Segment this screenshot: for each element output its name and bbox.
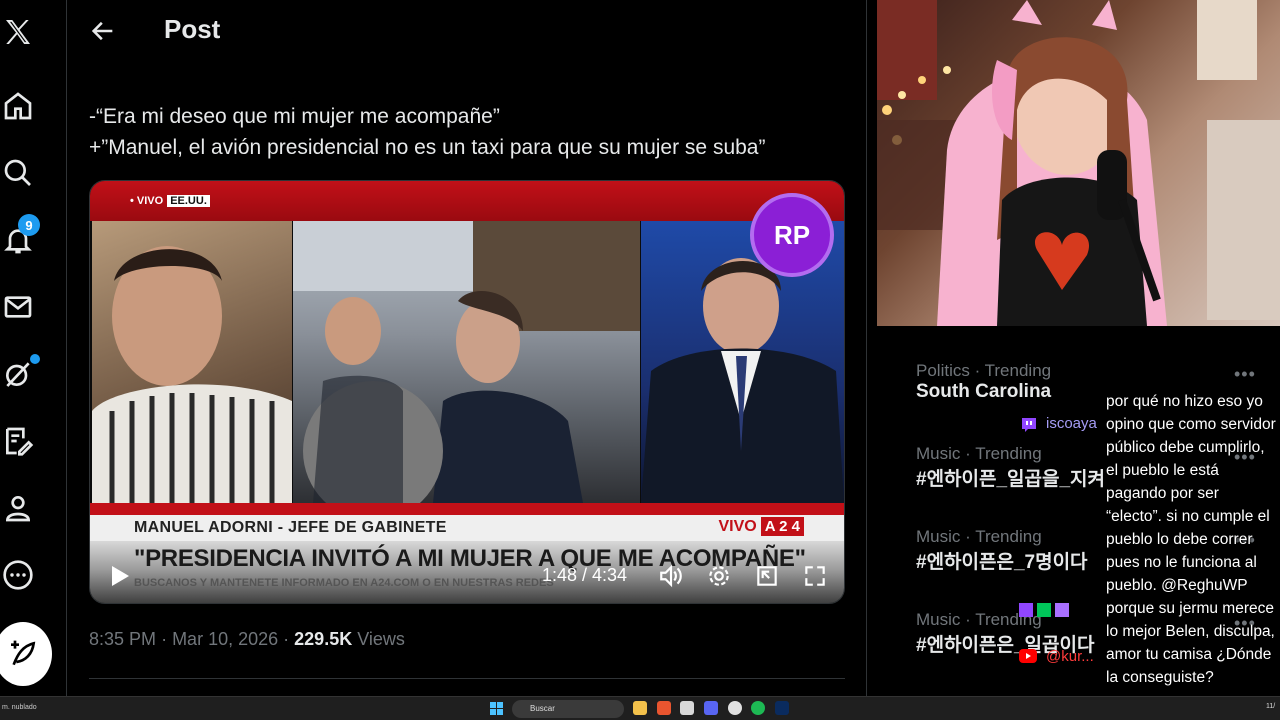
video-top-bar: • VIVO EE.UU. — [90, 181, 844, 221]
trend-more-icon[interactable]: ••• — [1234, 364, 1256, 385]
tweet-time: 8:35 PM — [89, 629, 157, 649]
network-logo: VIVO A 2 4 — [718, 517, 804, 536]
network-live-label: VIVO — [718, 517, 757, 535]
views-label: Views — [357, 629, 405, 649]
settings-gear-icon[interactable] — [706, 563, 732, 589]
search-icon — [4, 159, 31, 186]
app-icon[interactable] — [680, 701, 694, 715]
video-controls: 1:48 / 4:34 — [90, 553, 844, 597]
photoshop-icon[interactable] — [775, 701, 789, 715]
x-logo-icon — [6, 20, 30, 44]
tweet-meta: 8:35 PM · Mar 10, 2026 · 229.5K Views — [89, 629, 405, 650]
profile-icon[interactable] — [0, 490, 36, 526]
taskbar-search[interactable]: Buscar — [512, 700, 624, 718]
live-region: EE.UU. — [167, 195, 210, 207]
fullscreen-icon[interactable] — [802, 563, 828, 589]
feather-plus-icon — [11, 640, 36, 666]
trend-category: Politics · Trending — [916, 361, 1052, 380]
webcam-overlay — [877, 0, 1280, 326]
trend-category: Music · Trending — [916, 444, 1042, 463]
meta-separator-2: · — [283, 629, 295, 649]
windows-taskbar: m. nublado Buscar 11/ — [0, 696, 1280, 720]
spotify-icon[interactable] — [751, 701, 765, 715]
chat-badges-icons — [1019, 603, 1069, 617]
trend-item[interactable]: Politics · Trending South Carolina — [916, 361, 1051, 403]
file-explorer-icon[interactable] — [633, 701, 647, 715]
discord-icon[interactable] — [704, 701, 718, 715]
picture-in-picture-icon[interactable] — [754, 563, 780, 589]
grok-slash-icon — [5, 362, 30, 387]
windows-start-icon[interactable] — [490, 702, 503, 715]
trend-item[interactable]: Music · Trending #엔하이픈_일곱을_지켜 — [916, 444, 1105, 491]
home-icon[interactable] — [0, 88, 36, 124]
weather-widget[interactable]: m. nublado — [2, 704, 37, 711]
obs-icon[interactable] — [728, 701, 742, 715]
guest-name-caption: MANUEL ADORNI - JEFE DE GABINETE — [134, 519, 447, 536]
left-nav: 9 — [0, 0, 60, 696]
back-arrow-icon[interactable] — [89, 17, 117, 45]
guest-figure — [92, 246, 292, 503]
tweet-line-1: -“Era mi deseo que mi mujer me acompañe” — [89, 105, 500, 128]
live-tag: • VIVO EE.UU. — [130, 195, 210, 207]
grok-dot — [30, 354, 40, 364]
trend-category: Music · Trending — [916, 527, 1042, 546]
envelope-icon — [4, 296, 32, 318]
list-edit-icon — [6, 427, 34, 456]
brave-browser-icon[interactable] — [657, 701, 671, 715]
page-title: Post — [164, 14, 221, 44]
more-icon[interactable] — [0, 557, 36, 593]
column-divider — [866, 0, 867, 696]
meta-divider — [89, 678, 845, 679]
lower-third-name-bar: MANUEL ADORNI - JEFE DE GABINETE VIVO A … — [90, 515, 844, 541]
tweet-line-2: +”Manuel, el avión presidencial no es un… — [89, 136, 766, 159]
video-panel-guest — [92, 221, 292, 503]
live-label: • VIVO — [130, 195, 164, 207]
person-icon — [5, 496, 31, 522]
more-circle-icon — [3, 560, 33, 590]
meta-separator-1: · — [161, 629, 173, 649]
home-icon — [4, 92, 32, 120]
nav-divider — [66, 0, 67, 696]
trend-name: South Carolina — [916, 381, 1052, 402]
chat-username: iscoaya — [1046, 415, 1097, 432]
video-time: 1:48 / 4:34 — [542, 565, 628, 585]
messages-icon[interactable] — [0, 289, 36, 325]
search-icon[interactable] — [0, 155, 36, 191]
rp-channel-logo: RP — [750, 193, 834, 277]
trend-name: #엔하이픈_일곱을_지켜 — [916, 469, 1106, 490]
network-name: A 2 4 — [760, 517, 804, 536]
views-count: 229.5K — [294, 629, 353, 649]
twitch-badge-icon — [1022, 418, 1036, 432]
trend-name: #엔하이픈은_7명이다 — [916, 552, 1088, 573]
tweet-date[interactable]: Mar 10, 2026 — [172, 629, 278, 649]
lists-icon[interactable] — [0, 423, 36, 459]
street-scene — [293, 221, 643, 521]
chat-username: @kur... — [1046, 648, 1094, 665]
chat-message: por qué no hizo eso yo opino que como se… — [1106, 393, 1276, 686]
video-player[interactable]: • VIVO EE.UU. RP MANUEL ADORNI - JEFE DE… — [89, 180, 845, 604]
compose-post-button[interactable] — [0, 622, 52, 686]
webcam-scene — [877, 0, 1280, 326]
trend-item[interactable]: Music · Trending #엔하이픈은_7명이다 — [916, 527, 1088, 574]
taskbar-clock: 11/ — [1266, 703, 1276, 710]
youtube-icon — [1019, 649, 1037, 663]
volume-icon[interactable] — [658, 563, 684, 589]
notifications-badge: 9 — [18, 214, 40, 236]
tweet-text: -“Era mi deseo que mi mujer me acompañe”… — [89, 101, 859, 163]
play-icon[interactable] — [110, 565, 130, 587]
post-header: Post — [67, 0, 865, 62]
x-logo-icon[interactable] — [0, 14, 36, 50]
video-panel-street — [293, 221, 643, 521]
